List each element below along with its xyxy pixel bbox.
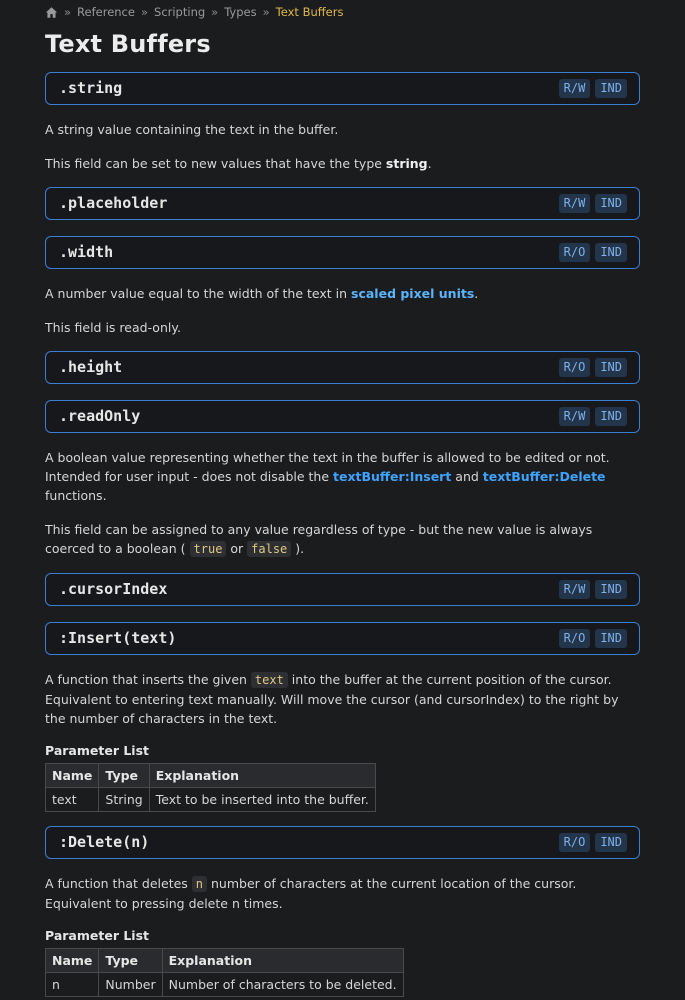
param-name: n — [44, 972, 100, 997]
insert-parameter-table: Name Type Explanation text String Text t… — [44, 763, 376, 812]
scope-badge: IND — [595, 407, 627, 426]
page-title: Text Buffers — [45, 30, 211, 58]
member-width: .width R/O IND — [45, 236, 640, 269]
textbuffer-delete-link[interactable]: textBuffer:Delete — [483, 469, 606, 484]
access-badge: R/W — [558, 79, 591, 98]
member-placeholder: .placeholder R/W IND — [45, 187, 640, 220]
param-explanation: Text to be inserted into the buffer. — [148, 787, 376, 812]
breadcrumb-separator: » — [140, 4, 149, 19]
string-description: A string value containing the text in th… — [45, 122, 339, 137]
member-name: .width — [59, 243, 114, 261]
scope-badge: IND — [595, 629, 627, 648]
member-name: .string — [59, 79, 123, 97]
breadcrumb-item-reference[interactable]: Reference — [77, 3, 135, 22]
member-name: .height — [59, 358, 123, 376]
member-delete: :Delete(n) R/O IND — [45, 826, 640, 859]
column-header: Name — [44, 763, 100, 788]
delete-description: A function that deletes n number of char… — [45, 876, 577, 911]
scope-badge: IND — [595, 358, 627, 377]
access-badge: R/W — [558, 194, 591, 213]
scope-badge: IND — [595, 833, 627, 852]
insert-parameter-list-heading: Parameter List — [45, 743, 149, 758]
column-header: Explanation — [148, 763, 376, 788]
width-description: A number value equal to the width of the… — [45, 286, 479, 301]
member-name: .placeholder — [59, 194, 168, 212]
scope-badge: IND — [595, 243, 627, 262]
code-text: text — [250, 672, 288, 688]
member-name: .cursorIndex — [59, 580, 168, 598]
member-name: .readOnly — [59, 407, 141, 425]
home-icon[interactable] — [45, 6, 58, 19]
column-header: Explanation — [161, 948, 404, 973]
delete-parameter-table: Name Type Explanation n Number Number of… — [44, 948, 404, 997]
member-string: .string R/W IND — [45, 72, 640, 105]
breadcrumb-current: Text Buffers — [275, 4, 344, 19]
param-name: text — [44, 787, 100, 812]
readonly-assign-note: This field can be assigned to any value … — [45, 522, 593, 557]
param-type: String — [98, 787, 150, 812]
member-cursorindex: .cursorIndex R/W IND — [45, 573, 640, 606]
insert-description: A function that inserts the given text i… — [45, 672, 619, 726]
column-header: Name — [44, 948, 100, 973]
code-false: false — [247, 541, 292, 557]
column-header: Type — [98, 763, 150, 788]
access-badge: R/O — [558, 629, 591, 648]
readonly-description: A boolean value representing whether the… — [45, 450, 610, 503]
breadcrumb-item-types[interactable]: Types — [224, 3, 256, 22]
access-badge: R/O — [558, 833, 591, 852]
access-badge: R/O — [558, 243, 591, 262]
table-row: text String Text to be inserted into the… — [44, 787, 376, 812]
column-header: Type — [98, 948, 163, 973]
delete-parameter-list-heading: Parameter List — [45, 928, 149, 943]
scope-badge: IND — [595, 79, 627, 98]
breadcrumb-item-scripting[interactable]: Scripting — [154, 3, 205, 22]
member-insert: :Insert(text) R/O IND — [45, 622, 640, 655]
breadcrumb-separator: » — [64, 4, 72, 19]
member-height: .height R/O IND — [45, 351, 640, 384]
code-n: n — [191, 876, 208, 892]
table-row: n Number Number of characters to be dele… — [44, 972, 404, 997]
breadcrumb: » Reference » Scripting » Types » Text B… — [45, 0, 640, 24]
access-badge: R/W — [558, 580, 591, 599]
access-badge: R/W — [558, 407, 591, 426]
member-name: :Insert(text) — [59, 629, 177, 647]
textbuffer-insert-link[interactable]: textBuffer:Insert — [333, 469, 451, 484]
member-name: :Delete(n) — [59, 833, 150, 851]
scope-badge: IND — [595, 194, 627, 213]
member-readonly: .readOnly R/W IND — [45, 400, 640, 433]
width-readonly-note: This field is read-only. — [45, 320, 181, 335]
table-header-row: Name Type Explanation — [44, 763, 376, 788]
code-true: true — [189, 541, 227, 557]
access-badge: R/O — [558, 358, 591, 377]
scaled-pixel-units-link[interactable]: scaled pixel units — [351, 286, 474, 301]
string-settable-note: This field can be set to new values that… — [45, 156, 432, 171]
breadcrumb-separator: » — [211, 4, 219, 19]
param-explanation: Number of characters to be deleted. — [161, 972, 404, 997]
table-header-row: Name Type Explanation — [44, 948, 404, 973]
param-type: Number — [98, 972, 163, 997]
scope-badge: IND — [595, 580, 627, 599]
breadcrumb-separator: » — [262, 4, 270, 19]
